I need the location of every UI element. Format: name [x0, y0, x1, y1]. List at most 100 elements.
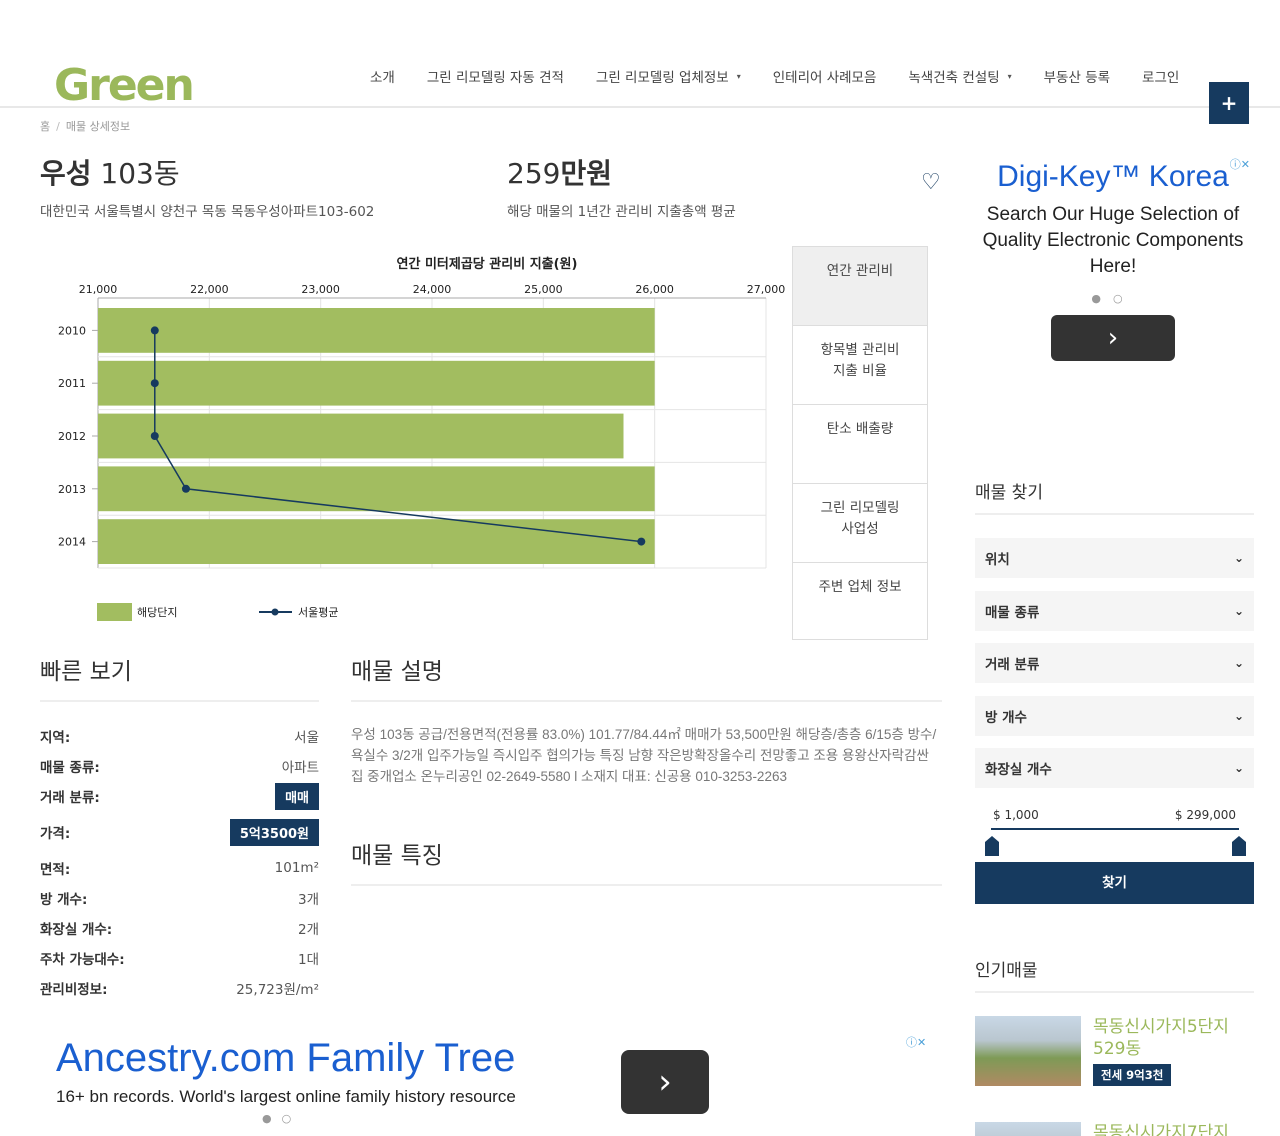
range-max-handle[interactable] — [1232, 836, 1246, 856]
nav-item[interactable]: 로그인 — [1142, 66, 1179, 86]
quick-row-tag: 매매 — [275, 782, 319, 810]
ad-pagination-dots[interactable]: ●○ — [972, 292, 1254, 305]
filter-label: 위치 — [985, 552, 1010, 568]
x-tick-label: 26,000 — [635, 283, 674, 296]
chart-title: 연간 미터제곱당 관리비 지출(원) — [397, 256, 578, 272]
listing-title-rest: 103동 — [91, 157, 180, 190]
ad-ancestry[interactable]: Ancestry.com Family Tree 16+ bn records.… — [40, 1032, 942, 1136]
site-header: Green 소개 그린 리모델링 자동 견적 그린 리모델링 업체정보 ▾ 인테리어 사… — [0, 0, 1280, 110]
caret-down-icon: ▾ — [1007, 71, 1012, 81]
chart-tab[interactable]: 탄소 배출량 — [793, 405, 927, 484]
bar — [98, 413, 624, 459]
quick-row-key: 면적: — [40, 862, 71, 878]
legend-label: 서울평균 — [298, 606, 338, 619]
nav-item-label: 그린 리모델링 자동 견적 — [426, 70, 564, 86]
chart-tab[interactable]: 항목별 관리비 지출 비율 — [793, 326, 927, 405]
add-button[interactable]: + — [1209, 82, 1249, 124]
description-text: 우성 103동 공급/전용면적(전용률 83.0%) 101.77/84.44㎡… — [351, 727, 937, 784]
nav-item[interactable]: 그린 리모델링 업체정보 ▾ — [596, 66, 741, 86]
popular-item-name[interactable]: 목동신시가지5단지 529동 — [1093, 1016, 1253, 1060]
ad-title[interactable]: Ancestry.com Family Tree — [56, 1036, 515, 1081]
quick-row-key: 매물 종류: — [40, 760, 100, 776]
quick-view-title: 빠른 보기 — [40, 652, 319, 702]
popular-item[interactable]: 목동신시가지5단지 529동 전세 9억3천 — [975, 1016, 1254, 1088]
filter-select[interactable]: 거래 분류 ⌄ — [975, 643, 1254, 683]
y-tick-label: 2012 — [58, 430, 86, 443]
x-tick-label: 24,000 — [413, 283, 452, 296]
x-tick-label: 27,000 — [747, 283, 786, 296]
chevron-down-icon: ⌄ — [1233, 551, 1244, 565]
ad-next-arrow-icon[interactable]: › — [1051, 315, 1175, 361]
quick-row-key: 지역: — [40, 730, 71, 746]
legend-swatch-bar — [97, 603, 132, 621]
breadcrumb-separator: / — [56, 120, 60, 133]
breadcrumb-home[interactable]: 홈 — [40, 120, 50, 133]
quick-row-key: 가격: — [40, 826, 71, 842]
quick-row-key: 관리비정보: — [40, 982, 108, 998]
ad-info-close-icon[interactable]: ⓘ✕ — [906, 1034, 926, 1050]
ad-body: 16+ bn records. World's largest online f… — [56, 1087, 516, 1106]
ad-pagination-dots[interactable]: ●○ — [262, 1112, 301, 1125]
popular-item[interactable]: 목동신시가지7단지 — [975, 1122, 1254, 1136]
find-button[interactable]: 찾기 — [975, 862, 1254, 904]
price-unit: 만원 — [560, 157, 612, 190]
series-point — [150, 432, 159, 440]
ad-next-arrow-icon[interactable]: › — [621, 1050, 709, 1114]
nav-item[interactable]: 부동산 등록 — [1044, 66, 1110, 86]
breadcrumb: 홈 / 매물 상세정보 — [40, 118, 130, 134]
y-tick-label: 2011 — [58, 377, 86, 390]
filter-select[interactable]: 방 개수 ⌄ — [975, 695, 1254, 736]
quick-row-key: 주차 가능대수: — [40, 952, 125, 968]
chevron-down-icon: ⌄ — [1233, 708, 1244, 723]
find-title: 매물 찾기 — [975, 478, 1254, 515]
popular-item-photo[interactable] — [975, 1016, 1081, 1086]
quick-row: 매물 종류: 아파트 — [40, 756, 319, 776]
filter-label: 화장실 개수 — [985, 762, 1052, 778]
nav-item[interactable]: 그린 리모델링 자동 견적 — [427, 66, 564, 86]
caret-down-icon: ▾ — [736, 71, 741, 81]
filter-select[interactable]: 화장실 개수 ⌄ — [975, 748, 1254, 788]
popular-item-badge: 전세 9억3천 — [1093, 1064, 1172, 1086]
chart-tab[interactable]: 주변 업체 정보 — [793, 563, 927, 642]
ad-title[interactable]: Digi-Key™ Korea — [972, 160, 1254, 194]
filter-select[interactable]: 매물 종류 ⌄ — [975, 590, 1254, 631]
series-point — [150, 379, 159, 388]
filter-label: 거래 분류 — [985, 657, 1040, 673]
series-point — [150, 326, 159, 335]
chevron-down-icon: ⌄ — [1233, 761, 1244, 775]
popular-title: 인기매물 — [975, 956, 1254, 993]
price-range-slider[interactable]: $ 1,000 $ 299,000 — [975, 802, 1254, 858]
filter-select[interactable]: 위치 ⌄ — [975, 538, 1254, 578]
y-tick-label: 2010 — [58, 324, 86, 337]
popular-item-photo[interactable] — [975, 1122, 1081, 1136]
ad-digikey[interactable]: ⓘ✕ Digi-Key™ Korea Search Our Huge Selec… — [972, 152, 1254, 400]
favorite-heart-icon[interactable]: ♡ — [921, 172, 945, 194]
filter-label: 매물 종류 — [985, 604, 1040, 621]
range-min-handle[interactable] — [985, 836, 999, 856]
quick-row-key: 화장실 개수: — [40, 922, 113, 938]
quick-row: 화장실 개수: 2개 — [40, 918, 319, 938]
listing-address: 대한민국 서울특별시 양천구 목동 목동우성아파트103-602 — [40, 204, 375, 220]
nav-item[interactable]: 녹색건축 컨설팅 ▾ — [908, 66, 1011, 86]
quick-row-key: 거래 분류: — [40, 790, 100, 806]
quick-row: 지역: 서울 — [40, 726, 319, 746]
nav-item[interactable]: 인테리어 사례모음 — [773, 66, 877, 86]
quick-row-value: 101m² — [274, 860, 319, 876]
ad-info-close-icon[interactable]: ⓘ✕ — [1230, 156, 1250, 172]
quick-row: 관리비정보: 25,723원/m² — [40, 978, 319, 998]
chart-tab[interactable]: 그린 리모델링 사업성 — [793, 484, 927, 563]
chart-tab[interactable]: 연간 관리비 — [793, 247, 927, 326]
range-min-label: $ 1,000 — [993, 808, 1039, 822]
quick-row: 면적: 101m² — [40, 858, 319, 878]
x-tick-label: 22,000 — [190, 283, 229, 296]
nav-item-label: 그린 리모델링 업체정보 — [595, 70, 729, 86]
range-max-label: $ 299,000 — [1174, 808, 1236, 822]
quick-row-value: 2개 — [297, 922, 319, 938]
quick-row-value: 1대 — [297, 952, 319, 968]
listing-header: 우성 103동 대한민국 서울특별시 양천구 목동 목동우성아파트103-602 — [40, 152, 374, 220]
nav-item-label: 녹색건축 컨설팅 — [908, 70, 1000, 86]
nav-item[interactable]: 소개 — [370, 66, 395, 86]
range-track[interactable] — [991, 828, 1239, 830]
popular-item-name[interactable]: 목동신시가지7단지 — [1093, 1122, 1253, 1136]
site-logo[interactable]: Green — [54, 62, 198, 110]
